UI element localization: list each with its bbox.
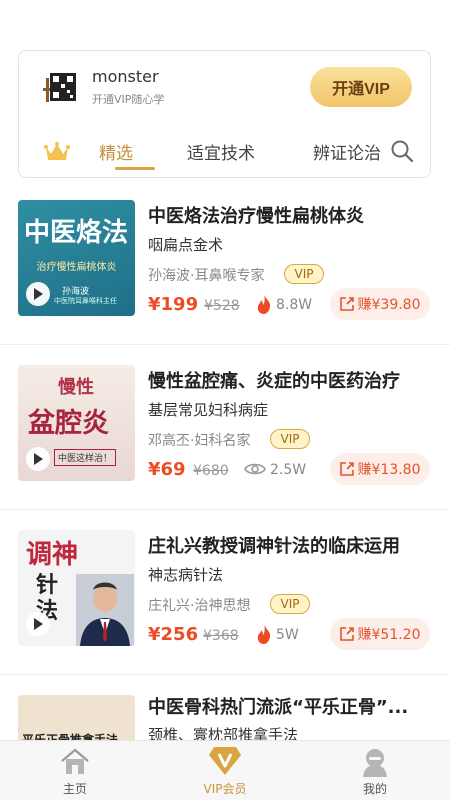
tab-featured[interactable]: 精选: [99, 139, 133, 164]
course-price: ¥199: [148, 294, 199, 315]
course-item[interactable]: 平乐正骨推拿手法 中医骨科热门流派“平乐正骨”... 颈椎、寰枕部推拿手法: [0, 675, 450, 755]
vip-badge: VIP: [284, 264, 324, 284]
share-icon: [339, 297, 354, 311]
course-title[interactable]: 庄礼兴教授调神针法的临床运用: [148, 532, 400, 558]
play-icon[interactable]: [26, 282, 50, 306]
avatar[interactable]: [43, 68, 81, 106]
course-thumbnail[interactable]: 中医烙法 治疗慢性扁桃体炎 孙海波 中医院耳鼻喉科主任: [18, 200, 135, 316]
vip-badge: VIP: [270, 594, 310, 614]
play-icon[interactable]: [26, 612, 50, 636]
thumbnail-caption: 中医院耳鼻喉科主任: [54, 297, 117, 305]
course-title[interactable]: 慢性盆腔痛、炎症的中医药治疗: [148, 367, 400, 393]
thumbnail-title: 慢性: [58, 377, 94, 398]
thumbnail-title: 调神: [26, 540, 79, 570]
search-icon[interactable]: [390, 139, 414, 163]
tabbar-item-profile[interactable]: 我的: [300, 741, 450, 800]
course-title[interactable]: 中医烙法治疗慢性扁桃体炎: [148, 202, 364, 228]
thumbnail-subtitle: 治疗慢性扁桃体炎: [36, 262, 117, 273]
category-tabs: 精选 适宜技术 辨证论治: [19, 125, 430, 179]
share-earn-button[interactable]: 赚¥39.80: [330, 288, 430, 320]
original-price: ¥368: [203, 628, 239, 644]
vip-subtitle: 开通VIP随心学: [92, 93, 165, 106]
course-author: 邓高丕·妇科名家: [148, 433, 251, 449]
earn-label: 赚¥39.80: [357, 297, 421, 313]
tabbar-item-vip[interactable]: VIP会员: [150, 741, 300, 800]
thumbnail-caption: 中医这样治！: [54, 449, 117, 466]
open-vip-button[interactable]: 开通VIP: [310, 67, 412, 107]
course-thumbnail[interactable]: 慢性 盆腔炎 中医这样治！: [18, 365, 135, 481]
tabbar-label: 我的: [362, 782, 387, 796]
tabbar-label: 主页: [62, 782, 87, 796]
tab-syndrome-treatment[interactable]: 辨证论治: [313, 139, 381, 164]
username: monster: [92, 67, 159, 86]
tabbar-label: VIP会员: [203, 782, 247, 796]
earn-label: 赚¥51.20: [357, 627, 421, 643]
course-price: ¥69: [148, 459, 186, 480]
tab-underline: [115, 167, 155, 170]
original-price: ¥680: [193, 463, 229, 479]
vip-icon: [209, 747, 241, 775]
share-icon: [339, 627, 354, 641]
bottom-tab-bar: 主页 VIP会员 我的: [0, 740, 450, 800]
flame-icon: [257, 294, 271, 314]
course-price: ¥256: [148, 624, 199, 645]
play-icon[interactable]: [26, 447, 50, 471]
thumbnail-title: 中医烙法: [24, 218, 129, 248]
course-author: 庄礼兴·治神思想: [148, 598, 251, 614]
original-price: ¥528: [204, 298, 240, 314]
course-subtitle: 咽扁点金术: [148, 236, 224, 254]
course-subtitle: 神志病针法: [148, 566, 224, 584]
view-count: 2.5W: [270, 462, 307, 478]
course-item[interactable]: 调神 针法 庄礼兴教授调神针法的临床运用 神志病针法 庄礼兴·治神思想 VIP …: [0, 510, 450, 675]
flame-icon: [257, 624, 271, 644]
profile-icon: [363, 749, 387, 777]
tab-appropriate-tech[interactable]: 适宜技术: [187, 139, 255, 164]
course-thumbnail[interactable]: 调神 针法: [18, 530, 135, 646]
tabbar-item-home[interactable]: 主页: [0, 741, 150, 800]
course-subtitle: 基层常见妇科病症: [148, 401, 269, 419]
share-earn-button[interactable]: 赚¥51.20: [330, 618, 430, 650]
course-item[interactable]: 中医烙法 治疗慢性扁桃体炎 孙海波 中医院耳鼻喉科主任 中医烙法治疗慢性扁桃体炎…: [0, 180, 450, 345]
share-earn-button[interactable]: 赚¥13.80: [330, 453, 430, 485]
course-author: 孙海波·耳鼻喉专家: [148, 268, 265, 284]
thumbnail-subtitle: 盆腔炎: [28, 408, 109, 439]
course-title[interactable]: 中医骨科热门流派“平乐正骨”...: [148, 693, 408, 719]
home-icon: [61, 748, 89, 774]
user-card: monster 开通VIP随心学 开通VIP 精选 适宜技术 辨证论治: [18, 50, 431, 178]
course-item[interactable]: 慢性 盆腔炎 中医这样治！ 慢性盆腔痛、炎症的中医药治疗 基层常见妇科病症 邓高…: [0, 345, 450, 510]
earn-label: 赚¥13.80: [357, 462, 421, 478]
share-icon: [339, 462, 354, 476]
eye-icon: [244, 463, 266, 475]
speaker-photo: [76, 574, 134, 646]
popularity-count: 5W: [276, 627, 299, 643]
crown-icon: [44, 142, 70, 160]
popularity-count: 8.8W: [276, 297, 313, 313]
vip-badge: VIP: [270, 429, 310, 449]
